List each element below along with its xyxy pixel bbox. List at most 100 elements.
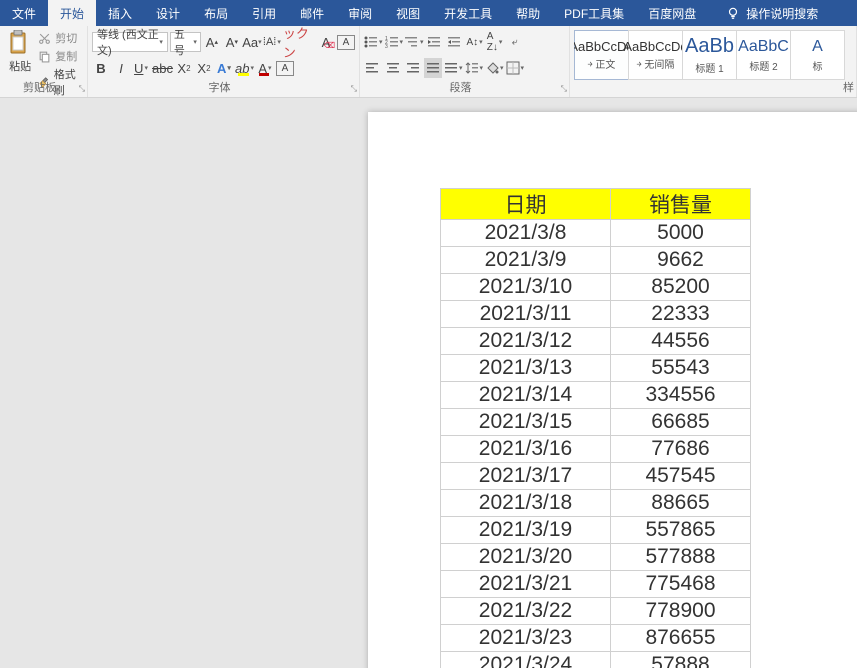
- clear-formatting-button[interactable]: A⌫: [317, 32, 335, 52]
- copy-button[interactable]: 复制: [38, 48, 83, 64]
- cell-qty[interactable]: 775468: [611, 571, 751, 598]
- tab-references[interactable]: 引用: [240, 0, 288, 26]
- tab-baidu[interactable]: 百度网盘: [636, 0, 708, 26]
- table-row[interactable]: 2021/3/1677686: [441, 436, 751, 463]
- style-heading1[interactable]: AaBb 标题 1: [682, 30, 737, 80]
- table-row[interactable]: 2021/3/19557865: [441, 517, 751, 544]
- table-row[interactable]: 2021/3/1888665: [441, 490, 751, 517]
- cell-qty[interactable]: 85200: [611, 274, 751, 301]
- multilevel-list-button[interactable]: [405, 32, 424, 52]
- table-row[interactable]: 2021/3/85000: [441, 220, 751, 247]
- tab-design[interactable]: 设计: [144, 0, 192, 26]
- sort-button[interactable]: AZ↓: [486, 32, 504, 52]
- bold-button[interactable]: B: [92, 58, 110, 78]
- cell-qty[interactable]: 66685: [611, 409, 751, 436]
- cell-date[interactable]: 2021/3/21: [441, 571, 611, 598]
- cell-date[interactable]: 2021/3/11: [441, 301, 611, 328]
- cell-date[interactable]: 2021/3/9: [441, 247, 611, 274]
- style-normal[interactable]: AaBbCcDd ￫ 正文: [574, 30, 629, 80]
- font-size-combo[interactable]: 五号▾: [170, 32, 201, 52]
- cell-qty[interactable]: 55543: [611, 355, 751, 382]
- cell-qty[interactable]: 334556: [611, 382, 751, 409]
- change-case-button[interactable]: Aa▾: [243, 32, 261, 52]
- table-row[interactable]: 2021/3/17457545: [441, 463, 751, 490]
- enclosed-char-button[interactable]: A: [337, 35, 355, 50]
- cell-qty[interactable]: 9662: [611, 247, 751, 274]
- table-row[interactable]: 2021/3/1085200: [441, 274, 751, 301]
- cell-qty[interactable]: 77686: [611, 436, 751, 463]
- font-color-button[interactable]: A: [256, 58, 274, 78]
- table-row[interactable]: 2021/3/1244556: [441, 328, 751, 355]
- cell-qty[interactable]: 457545: [611, 463, 751, 490]
- cell-date[interactable]: 2021/3/17: [441, 463, 611, 490]
- distribute-button[interactable]: [444, 58, 463, 78]
- align-left-button[interactable]: [364, 58, 382, 78]
- cell-qty[interactable]: 5000: [611, 220, 751, 247]
- shading-button[interactable]: [485, 58, 504, 78]
- tab-review[interactable]: 审阅: [336, 0, 384, 26]
- text-effects-button[interactable]: A: [215, 58, 233, 78]
- tab-help[interactable]: 帮助: [504, 0, 552, 26]
- highlight-button[interactable]: ab: [235, 58, 254, 78]
- subscript-button[interactable]: X2: [175, 58, 193, 78]
- tab-home[interactable]: 开始: [48, 0, 96, 26]
- cell-date[interactable]: 2021/3/13: [441, 355, 611, 382]
- strikethrough-button[interactable]: abc: [152, 58, 173, 78]
- decrease-indent-button[interactable]: [426, 32, 444, 52]
- tab-developer[interactable]: 开发工具: [432, 0, 504, 26]
- table-row[interactable]: 2021/3/22778900: [441, 598, 751, 625]
- tab-insert[interactable]: 插入: [96, 0, 144, 26]
- header-qty[interactable]: 销售量: [611, 189, 751, 220]
- grow-font-button[interactable]: A▴: [203, 32, 221, 52]
- cell-date[interactable]: 2021/3/10: [441, 274, 611, 301]
- cell-qty[interactable]: 22333: [611, 301, 751, 328]
- asian-layout-button[interactable]: A↕: [466, 32, 484, 52]
- cell-date[interactable]: 2021/3/15: [441, 409, 611, 436]
- cell-date[interactable]: 2021/3/14: [441, 382, 611, 409]
- cell-date[interactable]: 2021/3/24: [441, 652, 611, 668]
- cell-date[interactable]: 2021/3/12: [441, 328, 611, 355]
- bullets-button[interactable]: [364, 32, 383, 52]
- cell-qty[interactable]: 557865: [611, 517, 751, 544]
- style-heading2[interactable]: AaBbC 标题 2: [736, 30, 791, 80]
- cell-date[interactable]: 2021/3/22: [441, 598, 611, 625]
- cell-date[interactable]: 2021/3/8: [441, 220, 611, 247]
- table-row[interactable]: 2021/3/1566685: [441, 409, 751, 436]
- superscript-button[interactable]: X2: [195, 58, 213, 78]
- header-date[interactable]: 日期: [441, 189, 611, 220]
- numbering-button[interactable]: 123: [385, 32, 404, 52]
- cell-date[interactable]: 2021/3/23: [441, 625, 611, 652]
- table-row[interactable]: 2021/3/1355543: [441, 355, 751, 382]
- cell-qty[interactable]: 778900: [611, 598, 751, 625]
- page[interactable]: 日期 销售量 2021/3/850002021/3/996622021/3/10…: [368, 112, 857, 668]
- underline-button[interactable]: U: [132, 58, 150, 78]
- show-marks-button[interactable]: ⤶: [506, 32, 524, 52]
- italic-button[interactable]: I: [112, 58, 130, 78]
- table-row[interactable]: 2021/3/2457888: [441, 652, 751, 668]
- cell-date[interactable]: 2021/3/20: [441, 544, 611, 571]
- cell-qty[interactable]: 876655: [611, 625, 751, 652]
- style-no-spacing[interactable]: AaBbCcDd ￫ 无间隔: [628, 30, 683, 80]
- data-table[interactable]: 日期 销售量 2021/3/850002021/3/996622021/3/10…: [440, 188, 751, 668]
- table-row[interactable]: 2021/3/23876655: [441, 625, 751, 652]
- cell-qty[interactable]: 88665: [611, 490, 751, 517]
- tab-file[interactable]: 文件: [0, 0, 48, 26]
- align-justify-button[interactable]: [424, 58, 442, 78]
- line-spacing-button[interactable]: [465, 58, 484, 78]
- clipboard-dialog-launcher[interactable]: ⤡: [79, 84, 85, 94]
- char-shading-button[interactable]: A: [276, 61, 294, 76]
- cell-qty[interactable]: 57888: [611, 652, 751, 668]
- char-border-button[interactable]: ックン: [283, 32, 315, 52]
- cut-button[interactable]: 剪切: [38, 30, 83, 46]
- tab-view[interactable]: 视图: [384, 0, 432, 26]
- tell-me-search[interactable]: 操作说明搜索: [716, 0, 828, 26]
- borders-button[interactable]: [506, 58, 525, 78]
- increase-indent-button[interactable]: [446, 32, 464, 52]
- table-row[interactable]: 2021/3/99662: [441, 247, 751, 274]
- align-center-button[interactable]: [384, 58, 402, 78]
- cell-qty[interactable]: 577888: [611, 544, 751, 571]
- font-dialog-launcher[interactable]: ⤡: [351, 84, 357, 94]
- table-row[interactable]: 2021/3/1122333: [441, 301, 751, 328]
- table-row[interactable]: 2021/3/14334556: [441, 382, 751, 409]
- style-more[interactable]: A 标: [790, 30, 845, 80]
